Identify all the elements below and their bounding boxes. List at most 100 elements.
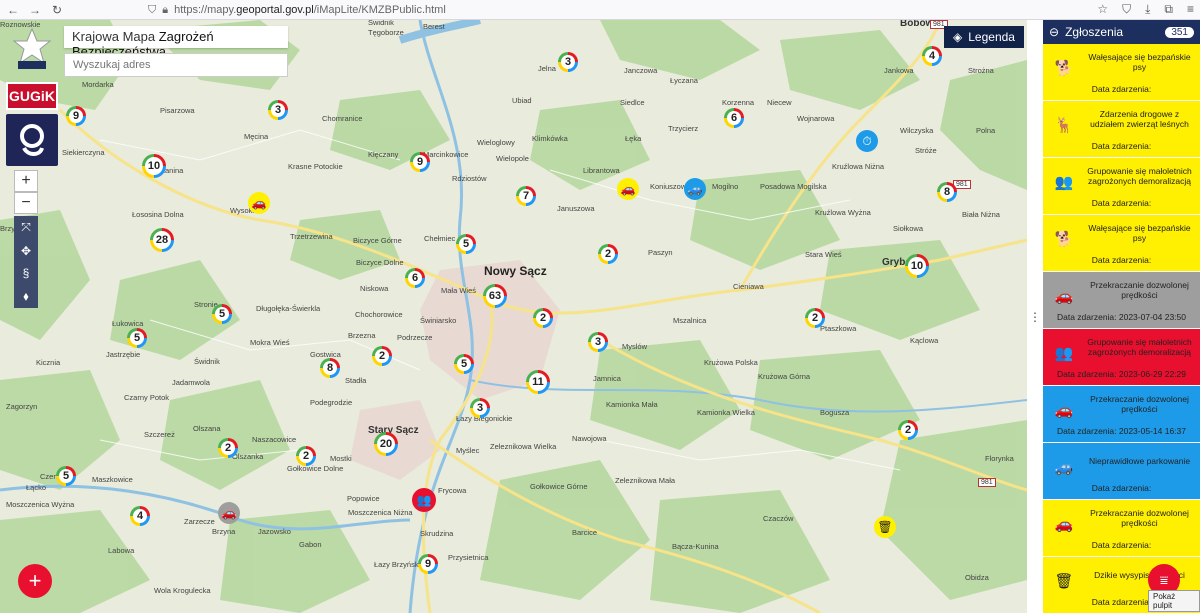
forward-icon[interactable]: → — [26, 1, 44, 19]
paragraph-icon[interactable]: § — [23, 266, 30, 280]
cluster-count: 2 — [601, 247, 615, 261]
event-cluster[interactable]: 3 — [558, 52, 578, 72]
place-label: Brzyna — [212, 527, 236, 536]
cluster-count: 10 — [908, 257, 926, 275]
zoom-in-button[interactable]: + — [14, 170, 38, 192]
gugik-logo: GUGiK — [6, 82, 58, 110]
panel-splitter[interactable]: ⋮ — [1027, 20, 1043, 613]
extensions-icon[interactable]: ⧉ — [1164, 2, 1173, 17]
place-label: Olszanka — [232, 452, 264, 461]
bookmark-star-icon[interactable]: ☆ — [1097, 2, 1108, 17]
accident-animal-marker[interactable]: 🚗 — [248, 192, 270, 214]
cluster-count: 2 — [221, 441, 235, 455]
speeding-marker[interactable]: 🚗 — [218, 502, 240, 524]
place-label: Janczowa — [624, 66, 658, 75]
search-input[interactable] — [64, 53, 288, 77]
report-card[interactable]: 🦌 Zdarzenia drogowe z udziałem zwierząt l… — [1043, 101, 1200, 158]
reports-panel: ⊖ Zgłoszenia 351 🐕 Wałęsające się bezpańs… — [1043, 20, 1200, 613]
download-icon[interactable]: ⤓ — [1145, 2, 1150, 17]
report-card[interactable]: 🚗 Przekraczanie dozwolonej prędkości Data … — [1043, 272, 1200, 329]
event-cluster[interactable]: 11 — [526, 370, 550, 394]
event-cluster[interactable]: 2 — [598, 244, 618, 264]
event-cluster[interactable]: 6 — [405, 268, 425, 288]
speeding-marker[interactable]: ⏱ — [856, 130, 878, 152]
event-cluster[interactable]: 4 — [130, 506, 150, 526]
report-card[interactable]: 🚗 Przekraczanie dozwolonej prędkości Data … — [1043, 500, 1200, 557]
place-label: Krasne Potockie — [288, 162, 343, 171]
report-card[interactable]: 👥 Grupowanie się małoletnich zagrożonych … — [1043, 329, 1200, 386]
event-cluster[interactable]: 5 — [212, 304, 232, 324]
event-cluster[interactable]: 3 — [268, 100, 288, 120]
event-cluster[interactable]: 28 — [150, 228, 174, 252]
collapse-icon[interactable]: ⊖ — [1049, 25, 1059, 39]
event-cluster[interactable]: 3 — [588, 332, 608, 352]
event-cluster[interactable]: 2 — [218, 438, 238, 458]
event-cluster[interactable]: 5 — [454, 354, 474, 374]
event-cluster[interactable]: 5 — [456, 234, 476, 254]
locate-icon[interactable]: ✥ — [21, 244, 31, 258]
save-pocket-icon[interactable]: ⛉ — [1122, 2, 1131, 17]
event-cluster[interactable]: 8 — [937, 182, 957, 202]
fullscreen-icon[interactable]: ⤧ — [21, 220, 31, 235]
tag-icon[interactable]: ⬧ — [23, 289, 28, 304]
map-canvas[interactable]: Nowy Sącz Stary Sącz Grybów Bobowa Świdnik Tę… — [0, 20, 1027, 613]
cluster-count: 2 — [808, 311, 822, 325]
place-label: Biała Niżna — [962, 210, 1000, 219]
event-cluster[interactable]: 4 — [922, 46, 942, 66]
place-label: Tęgoborze — [368, 28, 404, 37]
report-type-icon: 🐕 — [1054, 60, 1074, 77]
cluster-count: 20 — [377, 435, 395, 453]
event-cluster[interactable]: 7 — [516, 186, 536, 206]
event-cluster[interactable]: 9 — [66, 106, 86, 126]
zoom-out-button[interactable]: − — [14, 192, 38, 214]
cluster-count: 11 — [529, 373, 547, 391]
event-cluster[interactable]: 6 — [724, 108, 744, 128]
place-label: Jadamwola — [172, 378, 210, 387]
event-cluster[interactable]: 8 — [320, 358, 340, 378]
event-cluster[interactable]: 10 — [905, 254, 929, 278]
event-cluster[interactable]: 2 — [533, 308, 553, 328]
address-bar[interactable]: ⛉ 🔒︎ https://mapy.geoportal.gov.pl/iMapL… — [148, 2, 446, 18]
tooltip: Pokaż pulpit — [1148, 590, 1200, 612]
event-cluster[interactable]: 10 — [142, 154, 166, 178]
reload-icon[interactable]: ↻ — [48, 1, 66, 19]
add-report-button[interactable]: + — [18, 564, 52, 598]
menu-icon[interactable]: ≡ — [1187, 2, 1194, 17]
event-cluster[interactable]: 2 — [372, 346, 392, 366]
event-cluster[interactable]: 3 — [470, 398, 490, 418]
event-cluster[interactable]: 9 — [410, 152, 430, 172]
report-card[interactable]: 🐕 Wałęsające się bezpańskie psy Data zdarz… — [1043, 44, 1200, 101]
place-label: Klimkówka — [532, 134, 568, 143]
place-label: Kruźlowa Niżna — [832, 162, 885, 171]
place-label: Łososina Dolna — [132, 210, 184, 219]
event-cluster[interactable]: 9 — [418, 554, 438, 574]
report-card[interactable]: 👥 Grupowanie się małoletnich zagrożonych … — [1043, 158, 1200, 215]
cluster-count: 5 — [215, 307, 229, 321]
event-cluster[interactable]: 63 — [483, 284, 507, 308]
place-label: Kamionka Mała — [606, 400, 658, 409]
waste-marker[interactable]: 🗑 — [874, 516, 896, 538]
parking-marker[interactable]: 🚙 — [684, 178, 706, 200]
place-label: Biczyce Górne — [353, 236, 402, 245]
legend-button[interactable]: ◈ Legenda — [944, 26, 1024, 48]
event-cluster[interactable]: 2 — [296, 446, 316, 466]
back-icon[interactable]: ← — [4, 1, 22, 19]
event-cluster[interactable]: 5 — [56, 466, 76, 486]
event-cluster[interactable]: 5 — [127, 328, 147, 348]
report-card[interactable]: 🚗 Przekraczanie dozwolonej prędkości Data … — [1043, 386, 1200, 443]
place-label: Łącko — [26, 483, 47, 492]
police-logo — [6, 26, 58, 74]
event-cluster[interactable]: 2 — [898, 420, 918, 440]
event-cluster[interactable]: 2 — [805, 308, 825, 328]
youth-group-marker[interactable]: 👥 — [412, 488, 436, 512]
report-card[interactable]: 🐕 Wałęsające się bezpańskie psy Data zdarz… — [1043, 215, 1200, 272]
event-cluster[interactable]: 20 — [374, 432, 398, 456]
cluster-count: 6 — [408, 271, 422, 285]
place-label: Łukowica — [112, 319, 144, 328]
place-label: Kruźlowa Wyżna — [815, 208, 871, 217]
report-date: Data zdarzenia: 2023-07-04 23:50 — [1056, 312, 1186, 322]
accident-animal-marker[interactable]: 🚗 — [617, 178, 639, 200]
place-label: Nowy Sącz — [484, 264, 547, 278]
report-card[interactable]: 🚙 Nieprawidłowe parkowanie Data zdarzenia: — [1043, 443, 1200, 500]
report-type-icon: 👥 — [1054, 174, 1074, 191]
